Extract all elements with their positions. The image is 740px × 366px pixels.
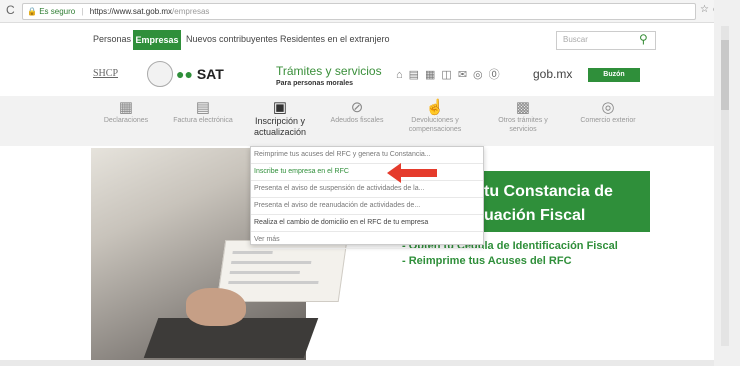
buzon-tributario-button[interactable]: Buzón Tributario [588, 68, 640, 92]
foreign-trade-icon: ◎ [601, 99, 615, 116]
nav-devoluciones[interactable]: ☝ Devoluciones y compensaciones [400, 96, 470, 134]
screen-line [232, 251, 273, 254]
screen-line [228, 281, 319, 284]
nav-inscripcion-label: Inscripción y actualización [253, 116, 307, 137]
nav-adeudos-fiscales[interactable]: ⊘ Adeudos fiscales [322, 96, 392, 125]
sat-logo[interactable]: ●● SAT [176, 66, 224, 82]
invoice-icon: ▤ [195, 99, 211, 116]
service-icon-bar: ▦ Declaraciones ▤ Factura electrónica ▣ … [0, 96, 740, 146]
screen-line [229, 271, 300, 274]
nav-otros-tramites[interactable]: ▩ Otros trámites y servicios [488, 96, 558, 134]
menu-item-inscribe-empresa[interactable]: Inscribe tu empresa en el RFC [251, 164, 483, 181]
menu-item-ver-mas[interactable]: Ver más [251, 232, 483, 249]
tramites-subtitle: Para personas morales [276, 80, 354, 87]
inscripcion-dropdown-menu: Reimprime tus acuses del RFC y genera tu… [250, 146, 484, 249]
nav-nuevos-contribuyentes[interactable]: Nuevos contribuyentes [186, 34, 278, 44]
nav-factura-label: Factura electrónica [173, 117, 233, 124]
page-bottom-edge [0, 360, 714, 366]
menu-item-reimprime-acuses[interactable]: Reimprime tus acuses del RFC y genera tu… [251, 147, 483, 164]
search-placeholder: Buscar [563, 35, 588, 44]
other-services-icon: ▩ [515, 99, 531, 116]
lock-icon: 🔒 [27, 7, 37, 16]
nav-otros-label: Otros trámites y servicios [498, 117, 548, 133]
reload-icon[interactable]: C [6, 3, 15, 17]
menu-item-aviso-suspension[interactable]: Presenta el aviso de suspensión de activ… [251, 181, 483, 198]
sat-logo-text: SAT [196, 66, 224, 82]
url-separator: | [81, 7, 84, 16]
screen-line [230, 261, 312, 264]
nav-empresas[interactable]: Empresas [133, 30, 181, 50]
nav-declaraciones[interactable]: ▦ Declaraciones [91, 96, 161, 125]
nav-comercio-label: Comercio exterior [580, 117, 636, 124]
debt-icon: ⊘ [350, 99, 364, 116]
nav-residentes-extranjero[interactable]: Residentes en el extranjero [280, 34, 390, 44]
search-icon[interactable]: ⚲ [639, 32, 648, 46]
shcp-logo[interactable]: SHCP [93, 68, 118, 79]
url-host: https://www.sat.gob.mx [89, 7, 173, 16]
gob-mx-link[interactable]: gob.mx [533, 67, 572, 81]
mexico-seal-icon [147, 61, 173, 87]
refund-icon: ☝ [425, 99, 445, 116]
nav-personas[interactable]: Personas [93, 34, 131, 44]
nav-inscripcion-actualizacion[interactable]: ▣ Inscripción y actualización [245, 96, 315, 138]
hero-bullet-acuses: - Reimprime tus Acuses del RFC [402, 255, 572, 267]
secure-label: Es seguro [39, 7, 76, 16]
tramites-title: Trámites y servicios [276, 64, 382, 78]
hand [186, 288, 246, 326]
registration-icon: ▣ [272, 99, 288, 116]
browser-address-bar: C 🔒 Es seguro | https://www.sat.gob.mx/e… [0, 0, 740, 23]
nav-declaraciones-label: Declaraciones [103, 117, 149, 124]
nav-devoluciones-label: Devoluciones y compensaciones [408, 117, 462, 133]
scrollbar-thumb[interactable] [721, 40, 729, 110]
nav-adeudos-label: Adeudos fiscales [330, 117, 384, 124]
brand-header: SHCP ●● SAT Trámites y servicios Para pe… [0, 56, 740, 96]
nav-comercio-exterior[interactable]: ◎ Comercio exterior [573, 96, 643, 125]
url-field[interactable]: 🔒 Es seguro | https://www.sat.gob.mx/emp… [22, 3, 696, 20]
quick-access-icons[interactable]: ⌂▤▦◫✉◎⓪ [396, 66, 506, 82]
menu-item-aviso-reanudacion[interactable]: Presenta el aviso de reanudación de acti… [251, 198, 483, 215]
red-arrow-icon [387, 163, 437, 183]
hero-title-line2: uación Fiscal [484, 207, 586, 224]
menu-item-cambio-domicilio[interactable]: Realiza el cambio de domicilio en el RFC… [251, 215, 483, 232]
calculator-icon: ▦ [118, 99, 134, 116]
hero-title-line1: tu Constancia de [484, 183, 613, 200]
nav-factura-electronica[interactable]: ▤ Factura electrónica [168, 96, 238, 125]
search-input[interactable]: Buscar ⚲ [556, 31, 656, 50]
url-path: /empresas [172, 7, 210, 16]
